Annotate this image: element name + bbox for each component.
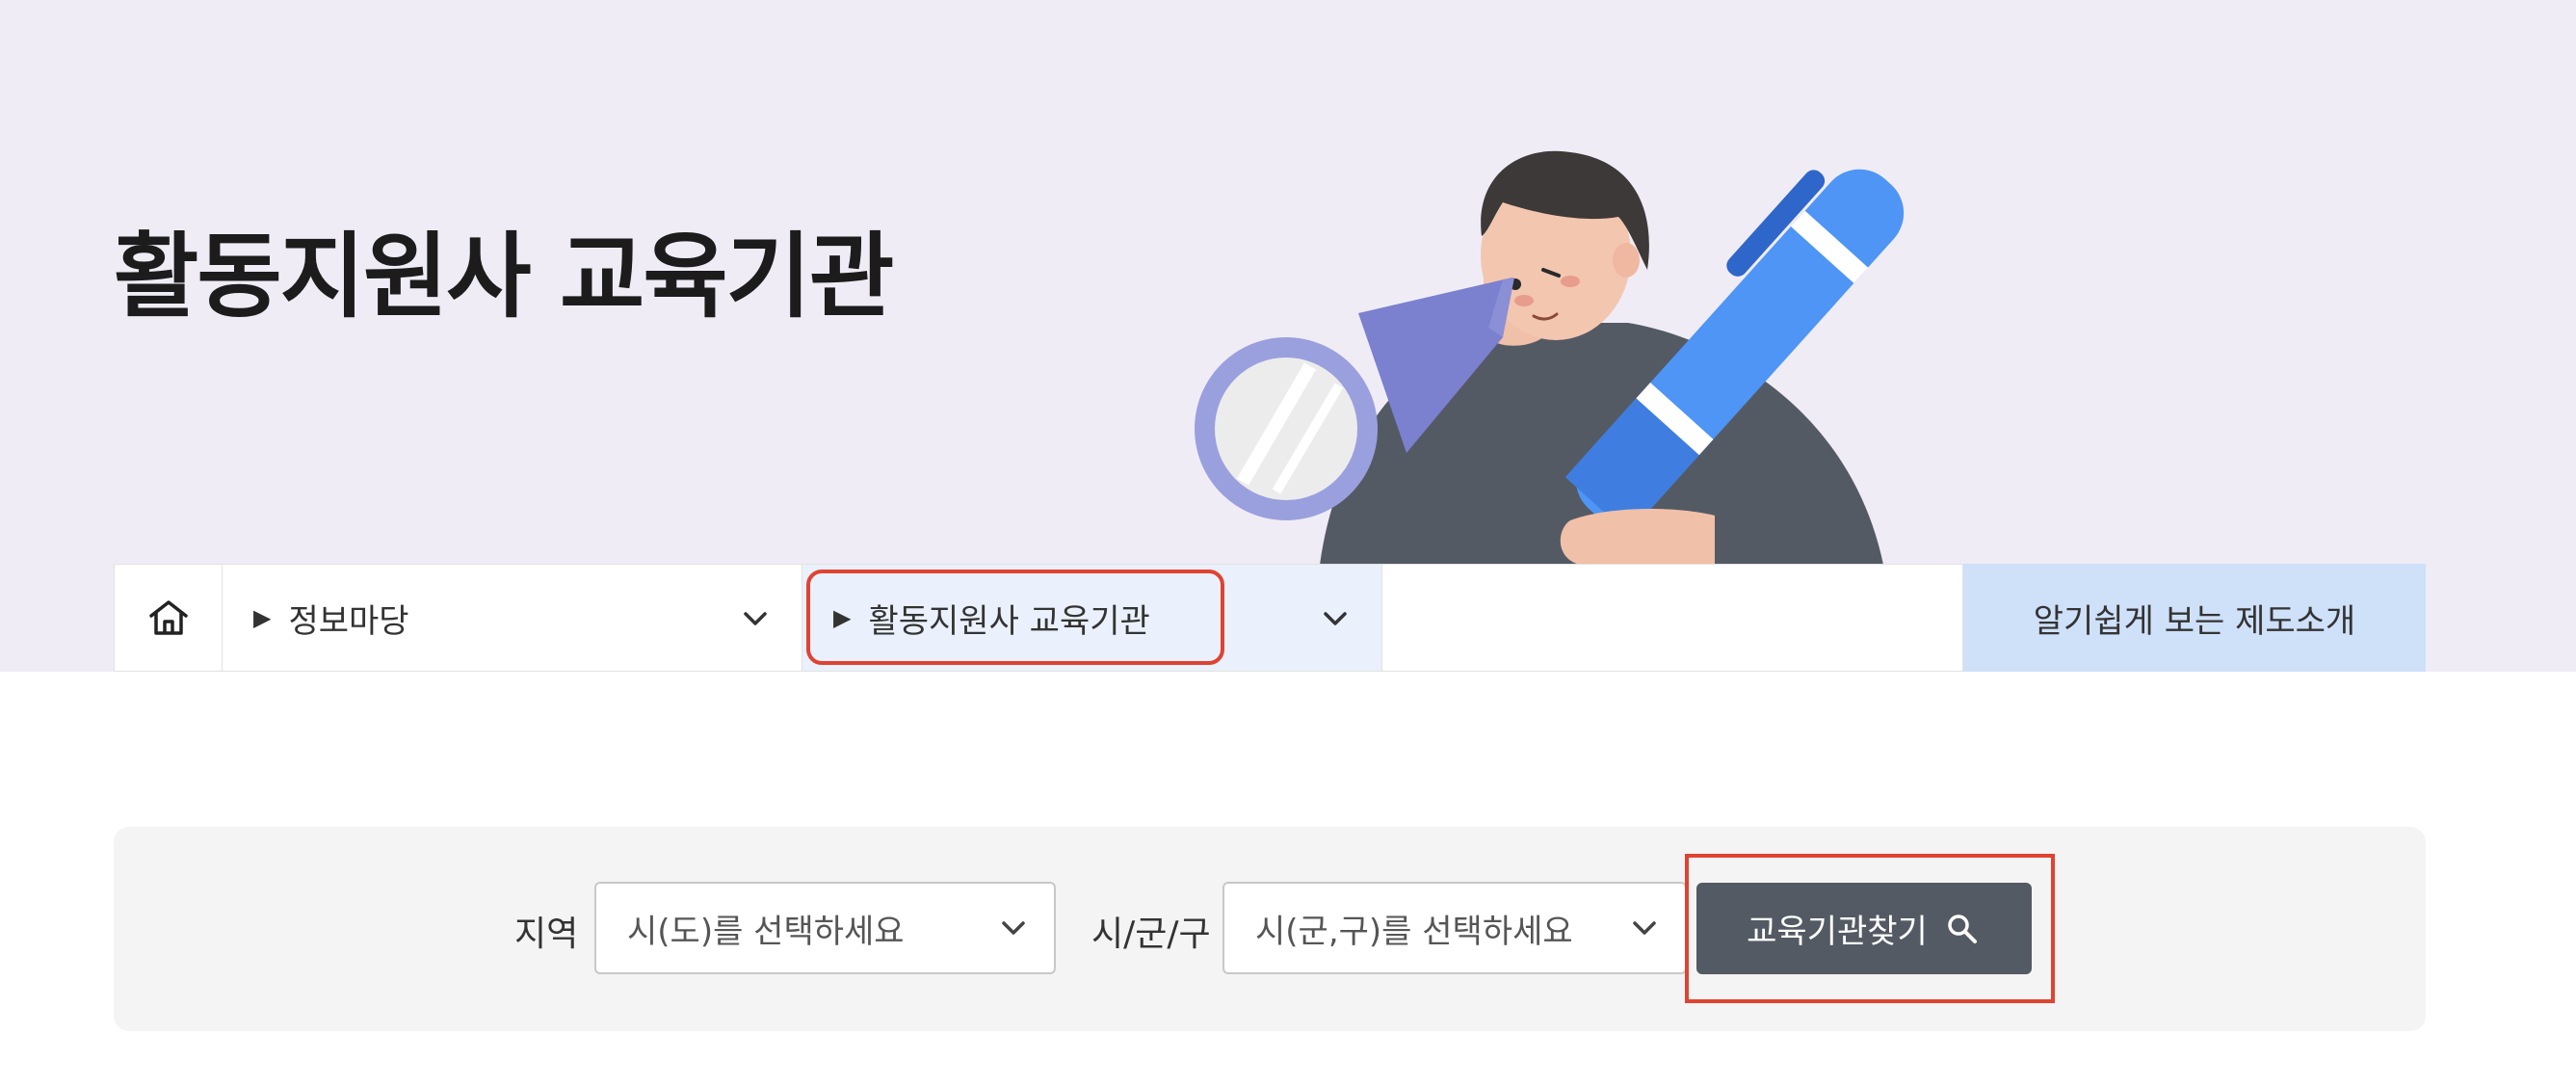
telescope-pen-illustration xyxy=(1195,150,1905,565)
district-select-value: 시(군,구)를 선택하세요 xyxy=(1255,912,1573,951)
region-select[interactable]: 시(도)를 선택하세요 xyxy=(594,882,1056,974)
chevron-down-icon xyxy=(1002,921,1025,935)
find-institution-button[interactable]: 교육기관찾기 xyxy=(1696,883,2032,974)
triangle-right-icon: ▶ xyxy=(833,604,852,631)
breadcrumb-nav: ▶ 정보마당 ▶ 활동지원사 교육기관 알기쉽게 보는 제도소개 xyxy=(114,564,2426,672)
menu-dropdown-institutions[interactable]: ▶ 활동지원사 교육기관 xyxy=(802,564,1382,672)
chevron-down-icon xyxy=(1324,612,1347,625)
button-label: 교육기관찾기 xyxy=(1747,913,1928,951)
menu-dropdown-info[interactable]: ▶ 정보마당 xyxy=(223,564,802,672)
region-select-value: 시(도)를 선택하세요 xyxy=(627,912,905,951)
home-button[interactable] xyxy=(114,564,223,672)
chevron-down-icon xyxy=(1633,921,1656,935)
region-label: 지역 xyxy=(514,915,579,954)
district-label: 시/군/구 xyxy=(1091,915,1211,954)
district-select[interactable]: 시(군,구)를 선택하세요 xyxy=(1222,882,1687,974)
search-icon xyxy=(1948,914,1977,943)
triangle-right-icon: ▶ xyxy=(253,604,272,631)
chevron-down-icon xyxy=(744,612,767,625)
home-icon xyxy=(148,600,188,635)
menu-label: 정보마당 xyxy=(288,601,409,641)
system-intro-link[interactable]: 알기쉽게 보는 제도소개 xyxy=(1963,564,2426,672)
page-title: 활동지원사 교육기관 xyxy=(114,223,894,331)
nav-spacer xyxy=(1382,564,1963,672)
menu-label: 활동지원사 교육기관 xyxy=(868,601,1150,641)
